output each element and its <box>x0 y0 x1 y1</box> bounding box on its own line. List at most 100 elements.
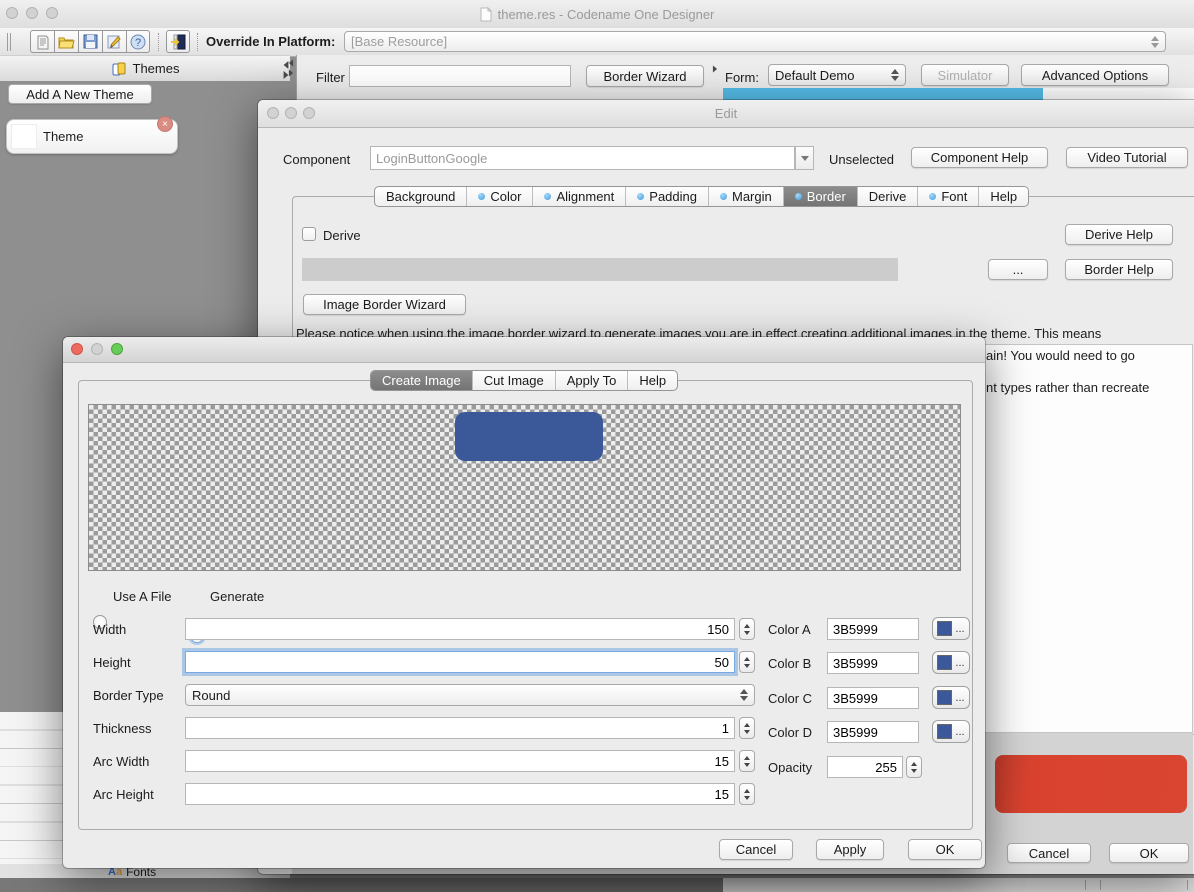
open-button[interactable] <box>54 30 78 53</box>
thickness-input[interactable] <box>185 717 735 739</box>
image-border-wizard-label: Image Border Wizard <box>323 297 446 312</box>
derive-help-button[interactable]: Derive Help <box>1065 224 1173 245</box>
border-more-label: ... <box>1013 262 1024 277</box>
tab-padding[interactable]: Padding <box>626 187 709 206</box>
tab-derive[interactable]: Derive <box>858 187 919 206</box>
tab-label: Help <box>990 189 1017 204</box>
component-help-button[interactable]: Component Help <box>911 147 1048 168</box>
tab-background[interactable]: Background <box>375 187 467 206</box>
override-platform-select[interactable]: [Base Resource] <box>344 31 1166 52</box>
tab-font[interactable]: Font <box>918 187 979 206</box>
arc-width-input[interactable] <box>185 750 735 772</box>
close-window-button[interactable] <box>6 7 18 19</box>
color-a-swatch <box>937 621 952 636</box>
scroll-left-icon[interactable] <box>284 61 289 69</box>
wizard-ok-button[interactable]: OK <box>908 839 982 860</box>
width-input[interactable] <box>185 618 735 640</box>
chevron-down-icon <box>801 156 809 161</box>
thickness-label: Thickness <box>93 721 152 736</box>
tab-color[interactable]: Color <box>467 187 533 206</box>
wizard-minimize-button[interactable] <box>91 343 103 355</box>
close-theme-icon[interactable]: × <box>157 116 173 132</box>
border-wizard-label: Border Wizard <box>603 69 686 84</box>
form-select[interactable]: Default Demo <box>768 64 906 86</box>
filter-input[interactable] <box>349 65 571 87</box>
opacity-stepper[interactable] <box>906 756 922 778</box>
tab-margin[interactable]: Margin <box>709 187 784 206</box>
border-more-button[interactable]: ... <box>988 259 1048 280</box>
border-help-button[interactable]: Border Help <box>1065 259 1173 280</box>
select-arrows-icon <box>1151 36 1159 48</box>
pencil-icon <box>107 34 122 49</box>
tab-alignment[interactable]: Alignment <box>533 187 626 206</box>
help-button[interactable]: ? <box>126 30 150 53</box>
opacity-input[interactable] <box>827 756 903 778</box>
color-d-input[interactable] <box>827 721 919 743</box>
wizard-zoom-button[interactable] <box>111 343 123 355</box>
thickness-stepper[interactable] <box>739 717 755 739</box>
override-platform-label: Override In Platform: <box>206 34 335 49</box>
scroll-right-icon[interactable] <box>284 71 289 79</box>
panel-scroll-right-icon[interactable] <box>289 70 293 77</box>
width-stepper[interactable] <box>739 618 755 640</box>
edit-ok-button[interactable]: OK <box>1109 843 1189 863</box>
edit-cancel-button[interactable]: Cancel <box>1007 843 1091 863</box>
height-input[interactable] <box>185 651 735 673</box>
border-type-select[interactable]: Round <box>185 684 755 706</box>
color-b-input[interactable] <box>827 652 919 674</box>
color-b-picker-button[interactable]: ... <box>932 651 970 674</box>
color-d-picker-button[interactable]: ... <box>932 720 970 743</box>
tab-create-image[interactable]: Create Image <box>371 371 473 390</box>
component-combo-input[interactable] <box>370 146 795 170</box>
edit-minimize-button[interactable] <box>285 107 297 119</box>
minimize-window-button[interactable] <box>26 7 38 19</box>
wizard-cancel-button[interactable]: Cancel <box>719 839 793 860</box>
toolbar-separator-2 <box>197 33 198 51</box>
edit-button[interactable] <box>102 30 126 53</box>
save-button[interactable] <box>78 30 102 53</box>
grip-line <box>1085 880 1086 890</box>
wizard-close-button[interactable] <box>71 343 83 355</box>
zoom-window-button[interactable] <box>46 7 58 19</box>
tab-apply-to[interactable]: Apply To <box>556 371 629 390</box>
tab-label: Derive <box>869 189 907 204</box>
toolbar-drag-handle[interactable] <box>7 33 11 51</box>
arc-width-label: Arc Width <box>93 754 149 769</box>
color-a-input[interactable] <box>827 618 919 640</box>
color-a-picker-button[interactable]: ... <box>932 617 970 640</box>
modified-dot-icon <box>544 193 551 200</box>
color-a-label: Color A <box>768 622 811 637</box>
video-tutorial-button[interactable]: Video Tutorial <box>1066 147 1188 168</box>
component-combo-arrow[interactable] <box>795 146 814 170</box>
themes-panel-header[interactable]: Themes <box>0 55 290 82</box>
panel-scroll-left-icon[interactable] <box>289 60 293 67</box>
arc-width-stepper[interactable] <box>739 750 755 772</box>
arc-height-stepper[interactable] <box>739 783 755 805</box>
border-wizard-button[interactable]: Border Wizard <box>586 65 704 87</box>
grip-line-2 <box>1100 880 1101 890</box>
color-c-picker-button[interactable]: ... <box>932 686 970 709</box>
arc-height-input[interactable] <box>185 783 735 805</box>
derive-checkbox[interactable] <box>302 227 316 241</box>
height-stepper[interactable] <box>739 651 755 673</box>
edit-zoom-button[interactable] <box>303 107 315 119</box>
import-icon <box>170 34 186 50</box>
wizard-ok-label: OK <box>936 842 955 857</box>
tab-wizard-help[interactable]: Help <box>628 371 677 390</box>
tab-cut-image[interactable]: Cut Image <box>473 371 556 390</box>
color-c-input[interactable] <box>827 687 919 709</box>
simulator-button[interactable]: Simulator <box>921 64 1009 86</box>
new-document-button[interactable] <box>30 30 54 53</box>
import-button[interactable] <box>166 30 190 53</box>
theme-tab-item[interactable]: Theme × <box>6 119 178 154</box>
image-border-wizard-button[interactable]: Image Border Wizard <box>303 294 466 315</box>
image-border-wizard-dialog: Create Image Cut Image Apply To Help Use… <box>63 337 985 868</box>
tab-help[interactable]: Help <box>979 187 1028 206</box>
themes-icon <box>111 61 127 77</box>
form-scroll-icon[interactable] <box>713 66 717 73</box>
edit-close-button[interactable] <box>267 107 279 119</box>
tab-border[interactable]: Border <box>784 187 858 206</box>
wizard-apply-button[interactable]: Apply <box>816 839 884 860</box>
advanced-options-button[interactable]: Advanced Options <box>1021 64 1169 86</box>
add-theme-button[interactable]: Add A New Theme <box>8 84 152 104</box>
